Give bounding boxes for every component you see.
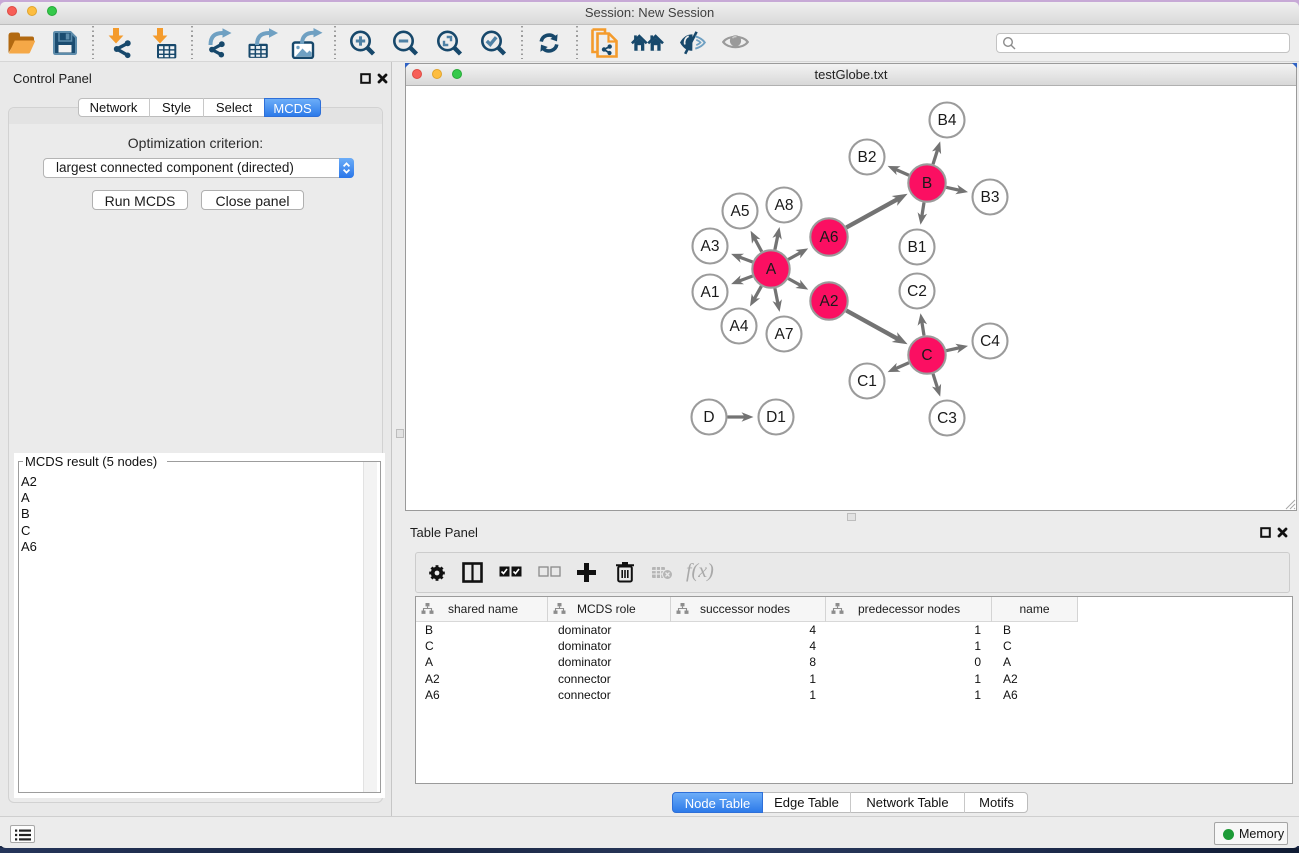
svg-text:B4: B4 xyxy=(938,112,957,129)
svg-text:A1: A1 xyxy=(701,284,720,301)
svg-text:A3: A3 xyxy=(701,238,720,255)
svg-text:D1: D1 xyxy=(766,409,786,426)
svg-text:A5: A5 xyxy=(731,203,750,220)
svg-text:C: C xyxy=(921,347,932,364)
svg-text:B2: B2 xyxy=(858,149,877,166)
svg-text:A2: A2 xyxy=(820,293,839,310)
svg-text:C3: C3 xyxy=(937,410,957,427)
svg-text:A6: A6 xyxy=(820,229,839,246)
svg-text:B1: B1 xyxy=(908,239,927,256)
svg-text:A: A xyxy=(766,261,777,278)
svg-text:D: D xyxy=(703,409,714,426)
svg-text:C1: C1 xyxy=(857,373,877,390)
svg-text:A7: A7 xyxy=(775,326,794,343)
svg-text:A4: A4 xyxy=(730,318,749,335)
svg-text:B: B xyxy=(922,175,932,192)
svg-text:B3: B3 xyxy=(981,189,1000,206)
svg-text:A8: A8 xyxy=(775,197,794,214)
svg-text:C4: C4 xyxy=(980,333,1000,350)
svg-text:C2: C2 xyxy=(907,283,927,300)
